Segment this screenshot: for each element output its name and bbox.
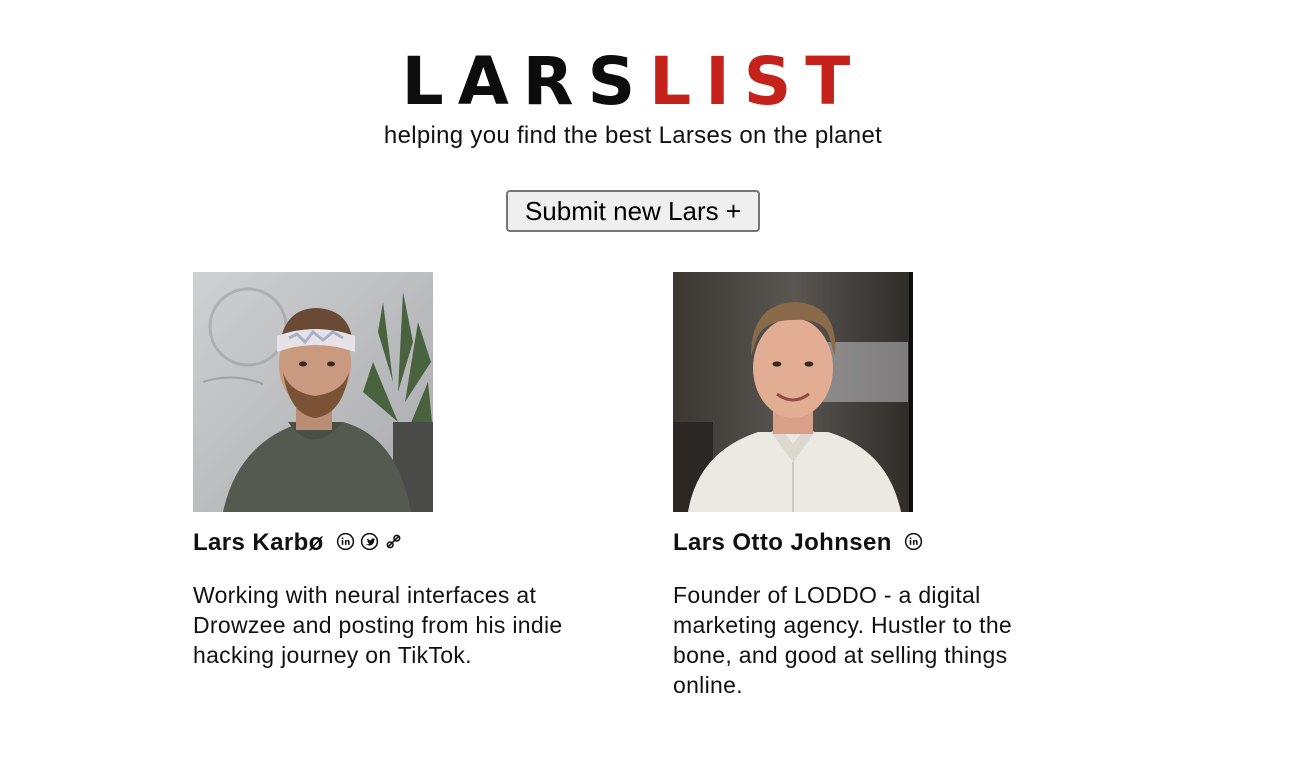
twitter-icon[interactable] bbox=[360, 532, 379, 551]
website-link-icon[interactable] bbox=[384, 532, 403, 551]
profile-photo bbox=[193, 272, 433, 512]
lars-card: Lars Otto Johnsen Founder of LODDO - a d… bbox=[673, 272, 1073, 700]
linkedin-icon[interactable] bbox=[904, 532, 923, 551]
social-links bbox=[904, 532, 923, 551]
logo-part-list: LIST bbox=[649, 43, 865, 120]
linkedin-icon[interactable] bbox=[336, 532, 355, 551]
name-row: Lars Karbø bbox=[193, 528, 593, 558]
social-links bbox=[336, 532, 403, 551]
lars-card: Lars Karbø Working with neural interface… bbox=[193, 272, 593, 670]
profile-photo bbox=[673, 272, 913, 512]
lars-bio: Working with neural interfaces at Drowze… bbox=[193, 582, 563, 668]
tagline: helping you find the best Larses on the … bbox=[383, 122, 883, 149]
page: LARSLIST helping you find the best Larse… bbox=[0, 0, 1292, 768]
name-row: Lars Otto Johnsen bbox=[673, 528, 1073, 558]
logo-part-lars: LARS bbox=[401, 43, 650, 120]
submit-new-lars-button[interactable]: Submit new Lars + bbox=[506, 190, 760, 232]
lars-name: Lars Otto Johnsen bbox=[673, 529, 892, 556]
lars-name: Lars Karbø bbox=[193, 529, 324, 556]
lars-bio: Founder of LODDO - a digital marketing a… bbox=[673, 582, 1013, 698]
site-logo[interactable]: LARSLIST bbox=[0, 46, 1266, 118]
